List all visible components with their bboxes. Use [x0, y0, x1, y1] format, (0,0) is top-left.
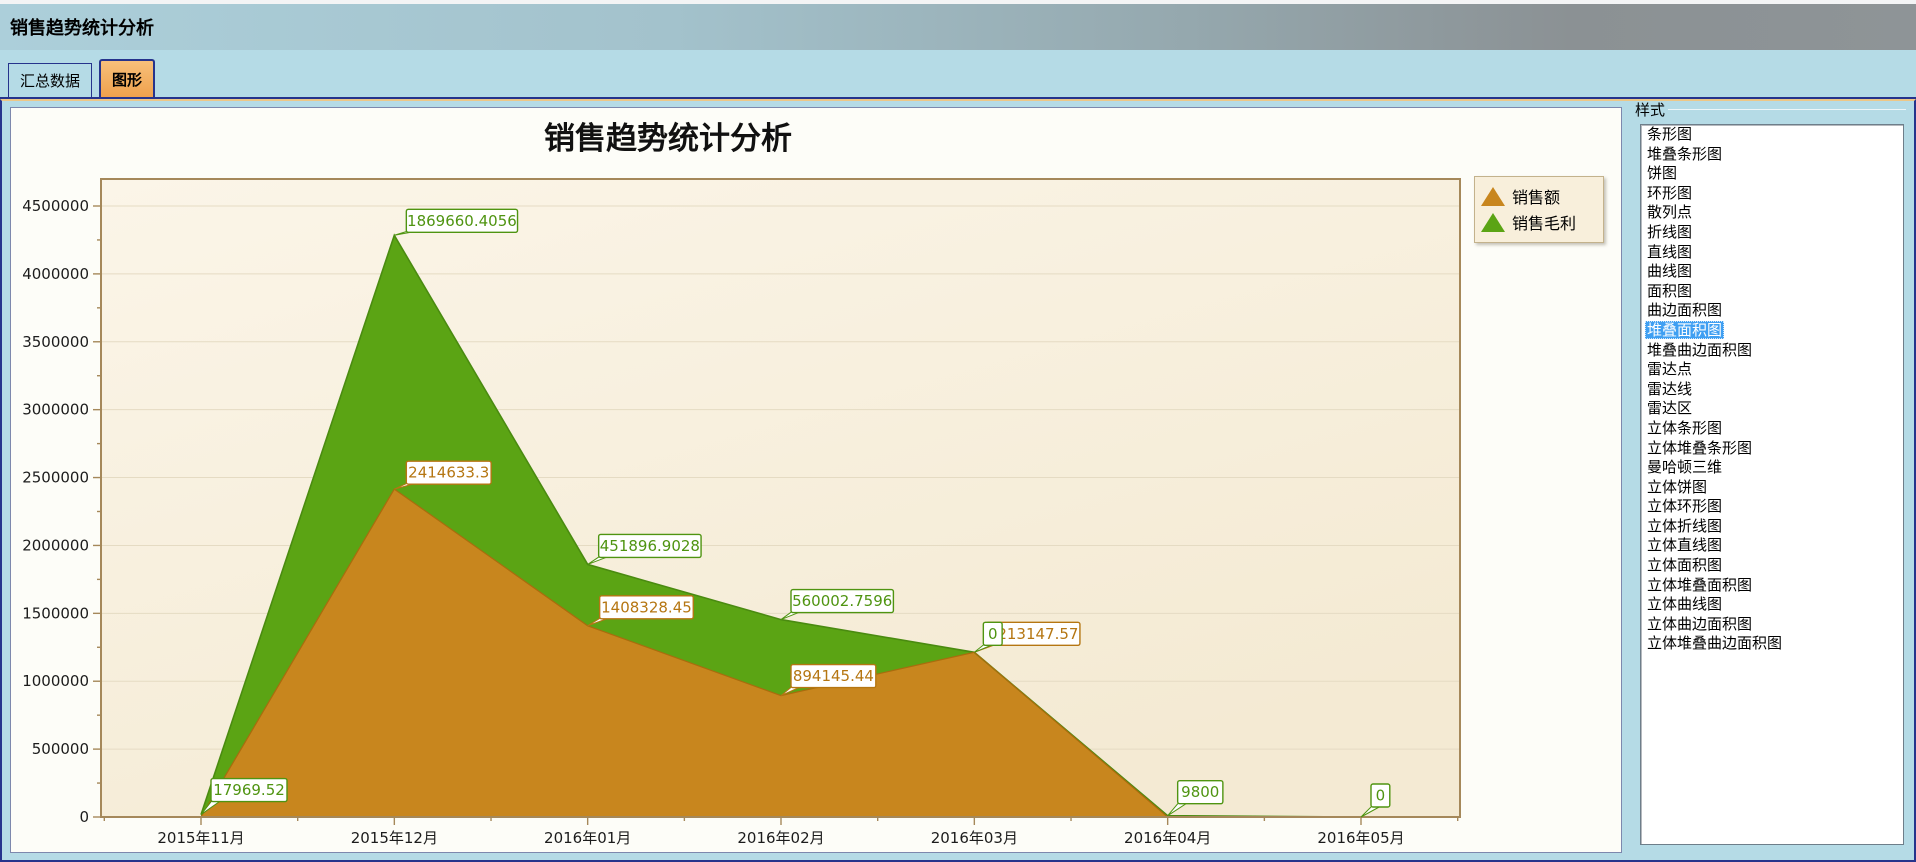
style-list-item[interactable]: 面积图 — [1641, 282, 1903, 302]
style-list-item[interactable]: 立体饼图 — [1641, 478, 1903, 498]
callout-text: 9800 — [1181, 783, 1219, 801]
x-tick-label: 2016年01月 — [544, 829, 631, 847]
style-list-item[interactable]: 曲边面积图 — [1641, 301, 1903, 321]
y-tick-label: 3000000 — [22, 401, 89, 419]
legend-label: 销售毛利 — [1512, 210, 1576, 234]
style-list-item[interactable]: 散列点 — [1641, 203, 1903, 223]
window-titlebar: 销售趋势统计分析 — [0, 0, 1916, 50]
chart-legend: 销售额 销售毛利 — [1474, 176, 1604, 243]
legend-entry-gross-profit: 销售毛利 — [1481, 210, 1595, 234]
style-list-item[interactable]: 立体曲线图 — [1641, 595, 1903, 615]
tab-summary-data[interactable]: 汇总数据 — [8, 63, 92, 97]
style-list-item[interactable]: 立体堆叠条形图 — [1641, 439, 1903, 459]
tab-bar: 汇总数据 图形 — [0, 50, 1916, 99]
window-title: 销售趋势统计分析 — [10, 14, 154, 40]
style-list-item[interactable]: 饼图 — [1641, 164, 1903, 184]
callout-text: 0 — [1376, 787, 1386, 805]
callout-text: 560002.7596 — [792, 592, 892, 610]
sales-triangle-icon — [1481, 187, 1505, 206]
style-list-item[interactable]: 条形图 — [1641, 125, 1903, 145]
style-list-item[interactable]: 堆叠曲边面积图 — [1641, 341, 1903, 361]
style-list-item[interactable]: 立体环形图 — [1641, 497, 1903, 517]
callout-text: 1408328.45 — [601, 598, 692, 616]
style-list-item[interactable]: 曼哈顿三维 — [1641, 458, 1903, 478]
x-tick-label: 2016年03月 — [931, 829, 1018, 847]
style-list-item[interactable]: 立体折线图 — [1641, 517, 1903, 537]
y-tick-label: 2000000 — [22, 536, 89, 554]
data-label-gross-profit: 1869660.4056 — [394, 209, 517, 235]
y-tick-label: 0 — [79, 808, 89, 826]
y-tick-label: 500000 — [32, 740, 89, 758]
style-list-item[interactable]: 雷达区 — [1641, 399, 1903, 419]
sales-trend-stacked-area-chart: 0 500000 1000000 1500000 2000000 2500000 30000… — [11, 108, 1621, 852]
style-list-item[interactable]: 立体面积图 — [1641, 556, 1903, 576]
callout-text: 451896.9028 — [600, 537, 700, 555]
legend-entry-sales: 销售额 — [1481, 184, 1595, 208]
callout-text: 1869660.4056 — [407, 212, 517, 230]
tab-chart[interactable]: 图形 — [99, 59, 155, 97]
y-tick-label: 3500000 — [22, 333, 89, 351]
style-list-item[interactable]: 环形图 — [1641, 184, 1903, 204]
style-list-item[interactable]: 立体条形图 — [1641, 419, 1903, 439]
y-tick-label: 1500000 — [22, 604, 89, 622]
style-panel: 样式 条形图堆叠条形图饼图环形图散列点折线图直线图曲线图面积图曲边面积图堆叠面积… — [1632, 101, 1910, 859]
y-tick-label: 1000000 — [22, 672, 89, 690]
gross-profit-triangle-icon — [1481, 213, 1505, 232]
style-list-item[interactable]: 堆叠条形图 — [1641, 145, 1903, 165]
style-listbox[interactable]: 条形图堆叠条形图饼图环形图散列点折线图直线图曲线图面积图曲边面积图堆叠面积图堆叠… — [1640, 124, 1904, 845]
x-tick-label: 2015年11月 — [157, 829, 244, 847]
style-list-item[interactable]: 立体曲边面积图 — [1641, 615, 1903, 635]
style-panel-label: 样式 — [1635, 99, 1665, 120]
style-list-item[interactable]: 雷达线 — [1641, 380, 1903, 400]
style-list-item[interactable]: 立体直线图 — [1641, 536, 1903, 556]
y-axis-labels: 0 500000 1000000 1500000 2000000 2500000 30000… — [22, 197, 89, 826]
callout-text: 2414633.3 — [408, 464, 489, 482]
callout-text: 0 — [988, 625, 998, 643]
chart-panel: 销售趋势统计分析 0500000100000015000002000000250… — [10, 107, 1622, 853]
style-list-item[interactable]: 立体堆叠曲边面积图 — [1641, 634, 1903, 654]
style-list-item[interactable]: 曲线图 — [1641, 262, 1903, 282]
callout-text: 17969.52 — [213, 781, 285, 799]
style-list-item[interactable]: 雷达点 — [1641, 360, 1903, 380]
x-tick-label: 2016年04月 — [1124, 829, 1211, 847]
y-tick-label: 4000000 — [22, 265, 89, 283]
y-tick-label: 4500000 — [22, 197, 89, 215]
style-list-item[interactable]: 折线图 — [1641, 223, 1903, 243]
y-tick-label: 2500000 — [22, 469, 89, 487]
groupbox-line — [1668, 109, 1906, 110]
legend-label: 销售额 — [1512, 184, 1560, 208]
callout-text: 894145.44 — [793, 667, 874, 685]
x-tick-label: 2016年05月 — [1317, 829, 1404, 847]
style-list-item[interactable]: 直线图 — [1641, 243, 1903, 263]
tab-page-chart: 销售趋势统计分析 0500000100000015000002000000250… — [0, 99, 1916, 862]
x-tick-label: 2015年12月 — [351, 829, 438, 847]
style-list-item[interactable]: 立体堆叠面积图 — [1641, 576, 1903, 596]
style-list-item[interactable]: 堆叠面积图 — [1641, 321, 1903, 341]
x-tick-label: 2016年02月 — [737, 829, 824, 847]
x-axis-labels: 2015年11月 2015年12月 2016年01月 2016年02月 2016年03月… — [157, 829, 1404, 847]
